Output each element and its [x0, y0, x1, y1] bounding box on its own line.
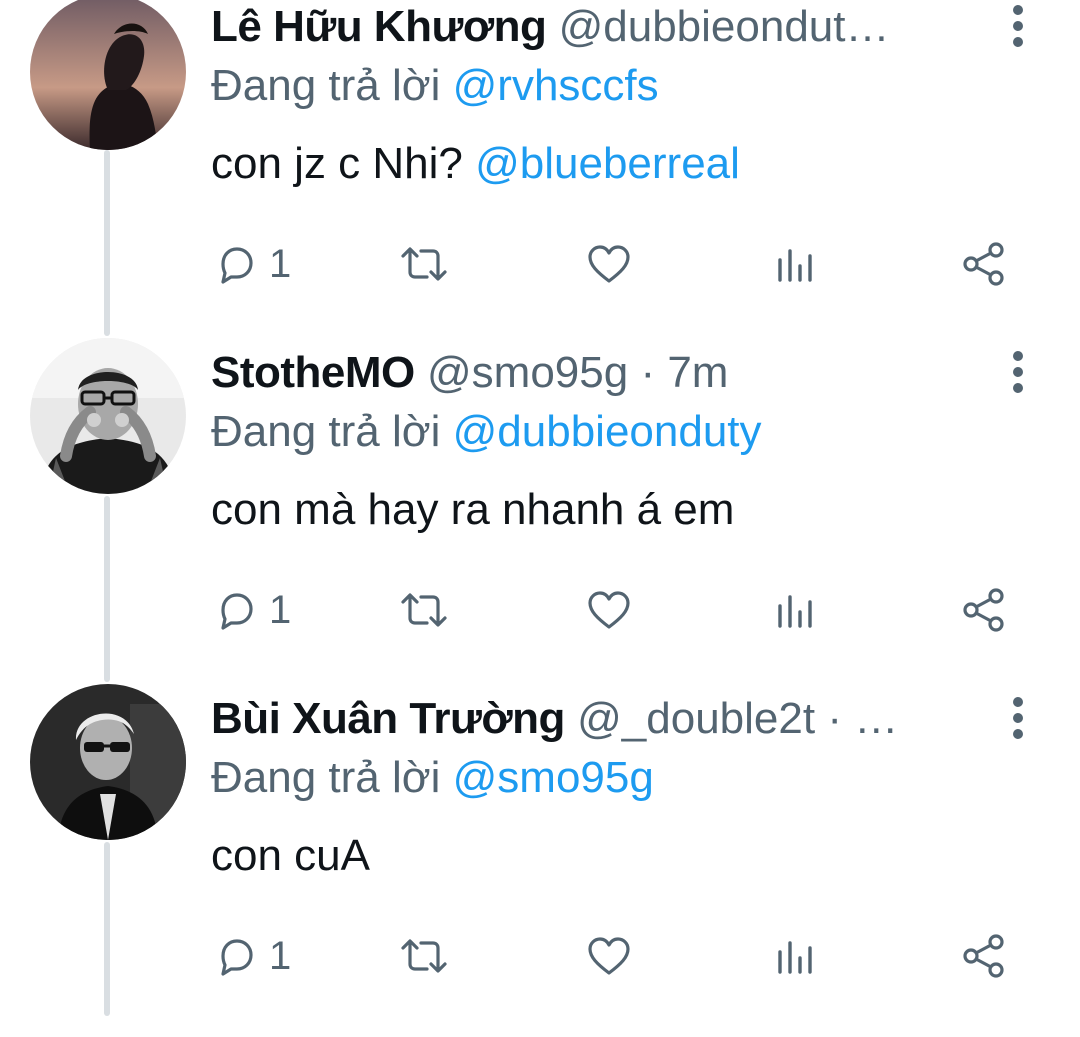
tweet-time: · … — [827, 694, 899, 743]
more-vertical-icon[interactable] — [998, 348, 1038, 396]
tweet-header: Lê Hữu Khương @dubbieondut… — [211, 0, 971, 54]
replying-label: Đang trả lời — [211, 61, 441, 110]
tweet-body: con jz c Nhi? — [211, 139, 476, 188]
retweet-button[interactable] — [397, 238, 451, 290]
like-button[interactable] — [585, 584, 633, 636]
replying-to-mention[interactable]: @dubbieonduty — [453, 407, 762, 456]
reply-button[interactable]: 1 — [215, 238, 291, 290]
retweet-icon — [401, 593, 447, 627]
more-vertical-icon[interactable] — [998, 2, 1038, 50]
tweet-text: con mà hay ra nhanh á em — [211, 482, 991, 538]
user-handle[interactable]: @smo95g — [427, 348, 628, 397]
tweet-content: StotheMO @smo95g · 7m Đang trả lời @dubb… — [211, 346, 991, 538]
analytics-icon — [778, 595, 812, 628]
reply-count: 1 — [269, 242, 292, 286]
avatar[interactable] — [30, 338, 186, 494]
user-handle[interactable]: @dubbieondut… — [559, 2, 890, 51]
replying-label: Đang trả lời — [211, 407, 441, 456]
tweet-text: con cuA — [211, 828, 991, 884]
like-button[interactable] — [585, 238, 633, 290]
reply-thread: Lê Hữu Khương @dubbieondut… Đang trả lời… — [0, 0, 1080, 1016]
display-name[interactable]: Bùi Xuân Trường — [211, 694, 565, 743]
tweet-item[interactable]: Lê Hữu Khương @dubbieondut… Đang trả lời… — [0, 0, 1080, 345]
retweet-button[interactable] — [397, 584, 451, 636]
tweet-mention[interactable]: @blueberreal — [475, 139, 740, 188]
tweet-content: Lê Hữu Khương @dubbieondut… Đang trả lời… — [211, 0, 991, 192]
retweet-button[interactable] — [397, 930, 451, 982]
more-vertical-icon[interactable] — [998, 694, 1038, 742]
retweet-icon — [401, 247, 447, 281]
analytics-icon — [778, 249, 812, 282]
reply-icon — [221, 939, 253, 976]
avatar[interactable] — [30, 684, 186, 840]
views-button[interactable] — [775, 238, 815, 290]
tweet-item[interactable]: Bùi Xuân Trường @_double2t · … Đang trả … — [0, 684, 1080, 1037]
replying-to-mention[interactable]: @rvhsccfs — [453, 61, 659, 110]
user-handle[interactable]: @_double2t — [577, 694, 815, 743]
views-button[interactable] — [775, 930, 815, 982]
tweet-body: con mà hay ra nhanh á em — [211, 485, 735, 534]
share-button[interactable] — [961, 238, 1007, 290]
heart-icon — [588, 937, 630, 975]
heart-icon — [588, 591, 630, 629]
replying-to: Đang trả lời @rvhsccfs — [211, 58, 991, 114]
tweet-actions: 1 — [211, 584, 1031, 636]
tweet-time: · 7m — [640, 348, 729, 397]
tweet-header: StotheMO @smo95g · 7m — [211, 346, 971, 400]
tweet-content: Bùi Xuân Trường @_double2t · … Đang trả … — [211, 692, 991, 884]
share-icon — [963, 934, 1004, 978]
tweet-actions: 1 — [211, 930, 1031, 982]
share-icon — [963, 242, 1004, 286]
display-name[interactable]: StotheMO — [211, 348, 415, 397]
share-button[interactable] — [961, 584, 1007, 636]
heart-icon — [588, 245, 630, 283]
display-name[interactable]: Lê Hữu Khương — [211, 2, 547, 51]
replying-to-mention[interactable]: @smo95g — [453, 753, 654, 802]
reply-count: 1 — [269, 934, 292, 978]
reply-icon — [221, 593, 253, 630]
tweet-actions: 1 — [211, 238, 1031, 290]
tweet-text: con jz c Nhi? @blueberreal — [211, 136, 991, 192]
share-icon — [963, 588, 1004, 632]
tweet-item[interactable]: StotheMO @smo95g · 7m Đang trả lời @dubb… — [0, 338, 1080, 691]
views-button[interactable] — [775, 584, 815, 636]
share-button[interactable] — [961, 930, 1007, 982]
tweet-header: Bùi Xuân Trường @_double2t · … — [211, 692, 971, 746]
reply-button[interactable]: 1 — [215, 584, 291, 636]
replying-to: Đang trả lời @dubbieonduty — [211, 404, 991, 460]
tweet-body: con cuA — [211, 831, 370, 880]
reply-count: 1 — [269, 588, 292, 632]
replying-to: Đang trả lời @smo95g — [211, 750, 991, 806]
retweet-icon — [401, 939, 447, 973]
replying-label: Đang trả lời — [211, 753, 441, 802]
reply-icon — [221, 247, 253, 284]
avatar[interactable] — [30, 0, 186, 150]
reply-button[interactable]: 1 — [215, 930, 291, 982]
analytics-icon — [778, 941, 812, 974]
like-button[interactable] — [585, 930, 633, 982]
